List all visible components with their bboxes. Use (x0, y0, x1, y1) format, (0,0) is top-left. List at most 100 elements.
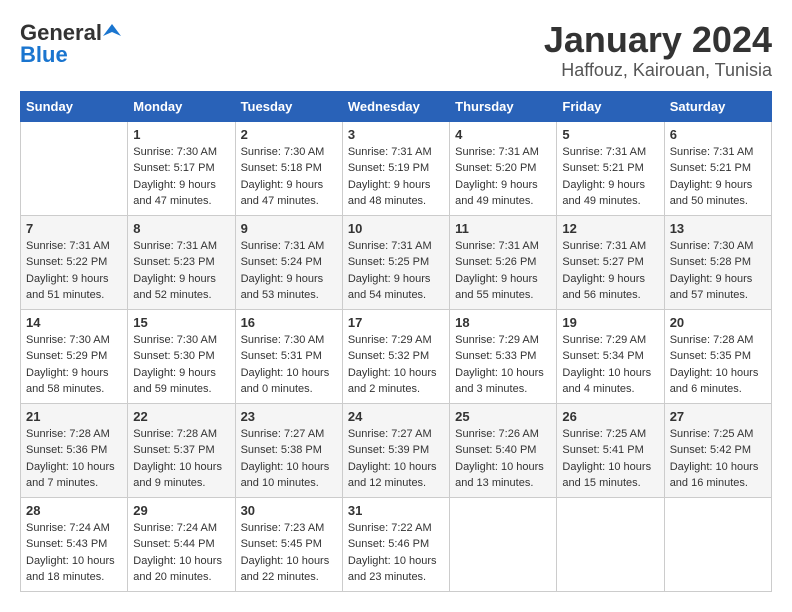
day-info: Sunrise: 7:24 AM Sunset: 5:43 PM Dayligh… (26, 520, 122, 586)
sunrise-text: Sunrise: 7:30 AM (133, 334, 217, 346)
logo-blue-text: Blue (20, 42, 68, 68)
header-cell-wednesday: Wednesday (342, 91, 449, 121)
sunset-text: Sunset: 5:30 PM (133, 350, 214, 362)
daylight-text: Daylight: 9 hours and 49 minutes. (455, 179, 538, 208)
header-cell-sunday: Sunday (21, 91, 128, 121)
sunset-text: Sunset: 5:32 PM (348, 350, 429, 362)
day-number: 4 (455, 127, 551, 142)
header-row: SundayMondayTuesdayWednesdayThursdayFrid… (21, 91, 772, 121)
day-cell: 19 Sunrise: 7:29 AM Sunset: 5:34 PM Dayl… (557, 309, 664, 403)
daylight-text: Daylight: 9 hours and 54 minutes. (348, 273, 431, 302)
sunset-text: Sunset: 5:17 PM (133, 162, 214, 174)
sunrise-text: Sunrise: 7:29 AM (348, 334, 432, 346)
daylight-text: Daylight: 10 hours and 16 minutes. (670, 461, 759, 490)
day-cell: 7 Sunrise: 7:31 AM Sunset: 5:22 PM Dayli… (21, 215, 128, 309)
day-info: Sunrise: 7:31 AM Sunset: 5:21 PM Dayligh… (670, 144, 766, 210)
day-info: Sunrise: 7:30 AM Sunset: 5:30 PM Dayligh… (133, 332, 229, 398)
daylight-text: Daylight: 9 hours and 56 minutes. (562, 273, 645, 302)
day-number: 23 (241, 409, 337, 424)
daylight-text: Daylight: 9 hours and 51 minutes. (26, 273, 109, 302)
sunrise-text: Sunrise: 7:22 AM (348, 522, 432, 534)
day-cell (450, 497, 557, 591)
day-cell: 30 Sunrise: 7:23 AM Sunset: 5:45 PM Dayl… (235, 497, 342, 591)
sunrise-text: Sunrise: 7:25 AM (562, 428, 646, 440)
day-number: 9 (241, 221, 337, 236)
daylight-text: Daylight: 10 hours and 22 minutes. (241, 555, 330, 584)
sunrise-text: Sunrise: 7:28 AM (133, 428, 217, 440)
day-cell: 4 Sunrise: 7:31 AM Sunset: 5:20 PM Dayli… (450, 121, 557, 215)
sunrise-text: Sunrise: 7:31 AM (348, 146, 432, 158)
sunrise-text: Sunrise: 7:24 AM (26, 522, 110, 534)
day-cell: 24 Sunrise: 7:27 AM Sunset: 5:39 PM Dayl… (342, 403, 449, 497)
sunset-text: Sunset: 5:41 PM (562, 444, 643, 456)
daylight-text: Daylight: 9 hours and 52 minutes. (133, 273, 216, 302)
day-cell: 5 Sunrise: 7:31 AM Sunset: 5:21 PM Dayli… (557, 121, 664, 215)
day-number: 12 (562, 221, 658, 236)
daylight-text: Daylight: 9 hours and 50 minutes. (670, 179, 753, 208)
sunrise-text: Sunrise: 7:27 AM (241, 428, 325, 440)
day-cell: 8 Sunrise: 7:31 AM Sunset: 5:23 PM Dayli… (128, 215, 235, 309)
sunrise-text: Sunrise: 7:24 AM (133, 522, 217, 534)
sunset-text: Sunset: 5:40 PM (455, 444, 536, 456)
day-number: 28 (26, 503, 122, 518)
daylight-text: Daylight: 9 hours and 58 minutes. (26, 367, 109, 396)
logo: General Blue (20, 20, 121, 68)
sunrise-text: Sunrise: 7:28 AM (670, 334, 754, 346)
day-cell (557, 497, 664, 591)
sunset-text: Sunset: 5:39 PM (348, 444, 429, 456)
sunrise-text: Sunrise: 7:28 AM (26, 428, 110, 440)
page-header: General Blue January 2024 Haffouz, Kairo… (20, 20, 772, 81)
day-number: 5 (562, 127, 658, 142)
sunset-text: Sunset: 5:25 PM (348, 256, 429, 268)
day-info: Sunrise: 7:29 AM Sunset: 5:32 PM Dayligh… (348, 332, 444, 398)
sunset-text: Sunset: 5:46 PM (348, 538, 429, 550)
day-info: Sunrise: 7:31 AM Sunset: 5:22 PM Dayligh… (26, 238, 122, 304)
sunrise-text: Sunrise: 7:31 AM (562, 240, 646, 252)
day-info: Sunrise: 7:31 AM Sunset: 5:25 PM Dayligh… (348, 238, 444, 304)
sunset-text: Sunset: 5:18 PM (241, 162, 322, 174)
daylight-text: Daylight: 10 hours and 20 minutes. (133, 555, 222, 584)
day-info: Sunrise: 7:31 AM Sunset: 5:24 PM Dayligh… (241, 238, 337, 304)
daylight-text: Daylight: 10 hours and 13 minutes. (455, 461, 544, 490)
day-cell: 26 Sunrise: 7:25 AM Sunset: 5:41 PM Dayl… (557, 403, 664, 497)
sunset-text: Sunset: 5:36 PM (26, 444, 107, 456)
daylight-text: Daylight: 10 hours and 23 minutes. (348, 555, 437, 584)
day-number: 18 (455, 315, 551, 330)
day-info: Sunrise: 7:22 AM Sunset: 5:46 PM Dayligh… (348, 520, 444, 586)
week-row-4: 21 Sunrise: 7:28 AM Sunset: 5:36 PM Dayl… (21, 403, 772, 497)
day-cell: 17 Sunrise: 7:29 AM Sunset: 5:32 PM Dayl… (342, 309, 449, 403)
day-cell: 18 Sunrise: 7:29 AM Sunset: 5:33 PM Dayl… (450, 309, 557, 403)
day-cell: 3 Sunrise: 7:31 AM Sunset: 5:19 PM Dayli… (342, 121, 449, 215)
sunset-text: Sunset: 5:20 PM (455, 162, 536, 174)
day-info: Sunrise: 7:31 AM Sunset: 5:26 PM Dayligh… (455, 238, 551, 304)
sunrise-text: Sunrise: 7:30 AM (26, 334, 110, 346)
day-number: 26 (562, 409, 658, 424)
sunset-text: Sunset: 5:29 PM (26, 350, 107, 362)
day-info: Sunrise: 7:31 AM Sunset: 5:19 PM Dayligh… (348, 144, 444, 210)
sunset-text: Sunset: 5:42 PM (670, 444, 751, 456)
day-number: 11 (455, 221, 551, 236)
sunset-text: Sunset: 5:24 PM (241, 256, 322, 268)
sunrise-text: Sunrise: 7:30 AM (670, 240, 754, 252)
sunset-text: Sunset: 5:23 PM (133, 256, 214, 268)
daylight-text: Daylight: 9 hours and 47 minutes. (241, 179, 324, 208)
day-info: Sunrise: 7:27 AM Sunset: 5:38 PM Dayligh… (241, 426, 337, 492)
day-info: Sunrise: 7:28 AM Sunset: 5:35 PM Dayligh… (670, 332, 766, 398)
day-cell: 13 Sunrise: 7:30 AM Sunset: 5:28 PM Dayl… (664, 215, 771, 309)
day-info: Sunrise: 7:28 AM Sunset: 5:37 PM Dayligh… (133, 426, 229, 492)
sunset-text: Sunset: 5:27 PM (562, 256, 643, 268)
daylight-text: Daylight: 10 hours and 15 minutes. (562, 461, 651, 490)
daylight-text: Daylight: 9 hours and 57 minutes. (670, 273, 753, 302)
day-info: Sunrise: 7:30 AM Sunset: 5:18 PM Dayligh… (241, 144, 337, 210)
header-cell-friday: Friday (557, 91, 664, 121)
day-info: Sunrise: 7:24 AM Sunset: 5:44 PM Dayligh… (133, 520, 229, 586)
day-info: Sunrise: 7:23 AM Sunset: 5:45 PM Dayligh… (241, 520, 337, 586)
day-cell: 6 Sunrise: 7:31 AM Sunset: 5:21 PM Dayli… (664, 121, 771, 215)
sunrise-text: Sunrise: 7:25 AM (670, 428, 754, 440)
daylight-text: Daylight: 10 hours and 0 minutes. (241, 367, 330, 396)
day-cell: 1 Sunrise: 7:30 AM Sunset: 5:17 PM Dayli… (128, 121, 235, 215)
day-number: 1 (133, 127, 229, 142)
day-number: 13 (670, 221, 766, 236)
day-cell: 20 Sunrise: 7:28 AM Sunset: 5:35 PM Dayl… (664, 309, 771, 403)
day-cell: 12 Sunrise: 7:31 AM Sunset: 5:27 PM Dayl… (557, 215, 664, 309)
